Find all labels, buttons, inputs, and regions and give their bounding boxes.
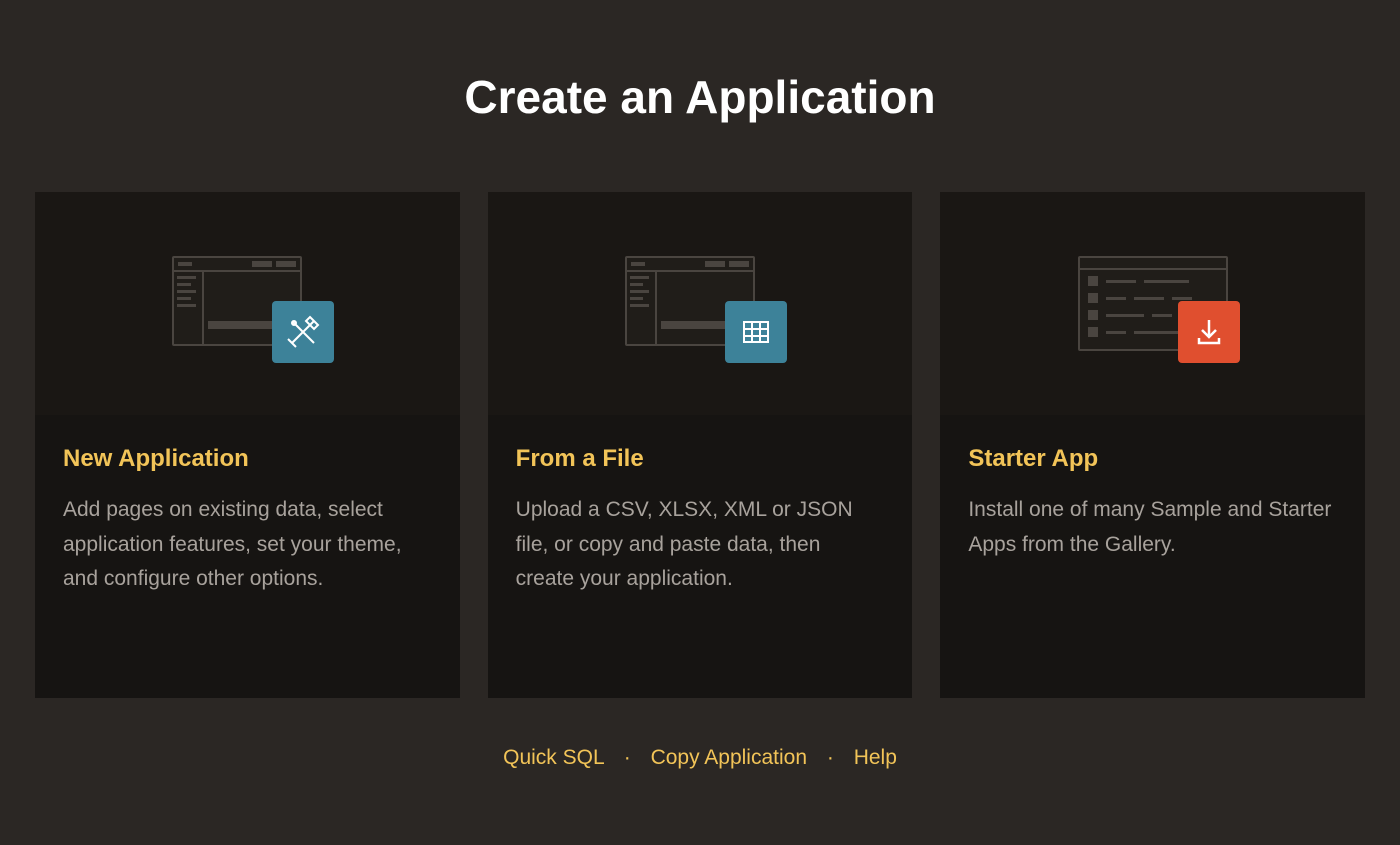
separator: ·: [624, 746, 631, 769]
list-mockup-icon: [1078, 256, 1228, 351]
card-title: New Application: [63, 445, 432, 473]
design-tools-icon: [272, 301, 334, 363]
footer-links: Quick SQL · Copy Application · Help: [35, 746, 1365, 770]
app-mockup-icon: [625, 256, 775, 351]
page-title: Create an Application: [35, 70, 1365, 124]
card-illustration: [940, 192, 1365, 415]
card-illustration: [35, 192, 460, 415]
card-body: From a File Upload a CSV, XLSX, XML or J…: [488, 415, 913, 698]
from-file-card[interactable]: From a File Upload a CSV, XLSX, XML or J…: [488, 192, 913, 698]
card-body: New Application Add pages on existing da…: [35, 415, 460, 698]
card-title: From a File: [516, 445, 885, 473]
quick-sql-link[interactable]: Quick SQL: [503, 746, 604, 769]
card-description: Add pages on existing data, select appli…: [63, 493, 432, 597]
card-body: Starter App Install one of many Sample a…: [940, 415, 1365, 698]
separator: ·: [827, 746, 834, 769]
download-icon: [1178, 301, 1240, 363]
card-description: Install one of many Sample and Starter A…: [968, 493, 1337, 562]
spreadsheet-icon: [725, 301, 787, 363]
create-application-page: Create an Application: [0, 0, 1400, 770]
starter-app-card[interactable]: Starter App Install one of many Sample a…: [940, 192, 1365, 698]
help-link[interactable]: Help: [854, 746, 897, 769]
card-description: Upload a CSV, XLSX, XML or JSON file, or…: [516, 493, 885, 597]
card-illustration: [488, 192, 913, 415]
card-title: Starter App: [968, 445, 1337, 473]
new-application-card[interactable]: New Application Add pages on existing da…: [35, 192, 460, 698]
app-mockup-icon: [172, 256, 322, 351]
copy-application-link[interactable]: Copy Application: [651, 746, 807, 769]
cards-container: New Application Add pages on existing da…: [35, 192, 1365, 698]
